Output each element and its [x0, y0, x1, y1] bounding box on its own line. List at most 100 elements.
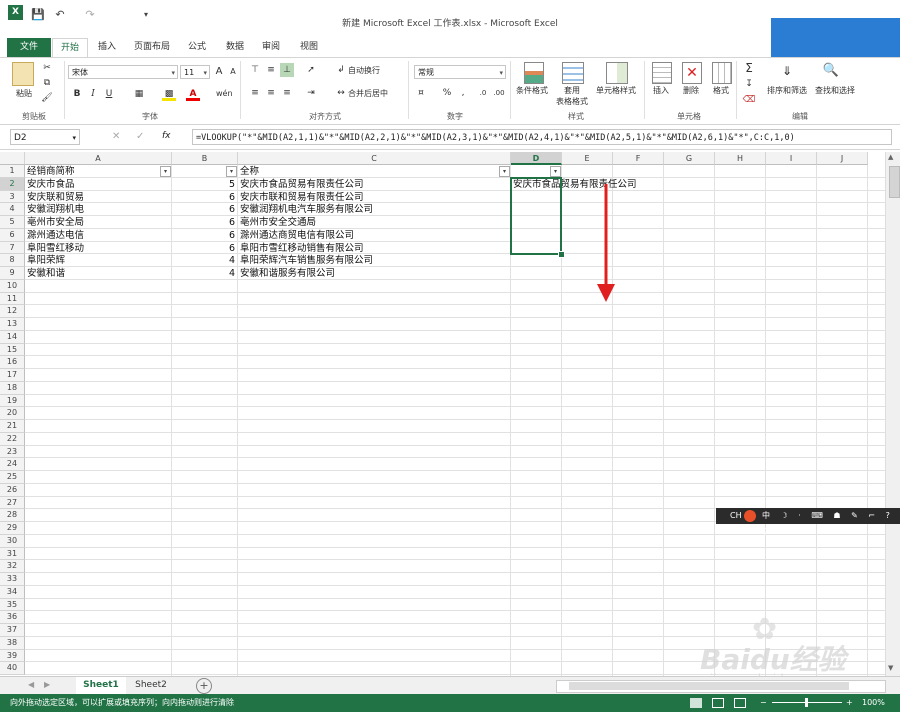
row-header[interactable]: 15 [0, 343, 25, 357]
row-header[interactable]: 40 [0, 662, 25, 675]
sheet-tab-sheet2[interactable]: Sheet2 [128, 677, 174, 694]
align-top-icon[interactable]: ⊤ [248, 63, 262, 77]
align-right-icon[interactable]: ≡ [280, 86, 294, 100]
filter-dropdown-icon[interactable]: ▾ [550, 166, 561, 177]
cell-full-name[interactable]: 阜阳市雪红移动销售有限公司 [240, 242, 364, 255]
row-header[interactable]: 12 [0, 305, 25, 318]
currency-icon[interactable]: ¤ [414, 86, 428, 100]
row-header[interactable]: 20 [0, 407, 25, 420]
filter-dropdown-icon[interactable]: ▾ [226, 166, 237, 177]
insert-cells-button[interactable]: 插入 [646, 85, 676, 96]
number-format-select[interactable]: 常规 ▾ [414, 65, 506, 79]
phonetic-icon[interactable]: wén [216, 87, 233, 101]
cell-length[interactable]: 5 [174, 178, 235, 191]
borders-icon[interactable]: ▦ [132, 87, 146, 101]
conditional-format-button[interactable]: 条件格式 [510, 85, 554, 96]
insert-function-icon[interactable]: fx [162, 131, 171, 141]
page-break-view-icon[interactable] [734, 698, 746, 708]
sort-filter-button[interactable]: 排序和筛选 [762, 85, 812, 96]
row-header[interactable]: 26 [0, 483, 25, 497]
paste-button[interactable]: 粘贴 [10, 88, 38, 99]
row-header[interactable]: 3 [0, 190, 25, 204]
row-header[interactable]: 8 [0, 254, 25, 267]
fill-icon[interactable]: ↧ [742, 77, 756, 91]
cell-length[interactable]: 4 [174, 267, 235, 280]
format-as-table-icon[interactable] [562, 62, 584, 84]
merge-center-button[interactable]: 合并后居中 [348, 88, 398, 99]
cell-full-name[interactable]: 安徽和谐服务有限公司 [240, 267, 335, 280]
grow-font-icon[interactable]: A [212, 65, 226, 79]
orientation-icon[interactable]: ➚ [304, 63, 318, 77]
column-header-g[interactable]: G [664, 152, 715, 165]
header-cell-c[interactable]: 全称 [240, 165, 259, 178]
cell-short-name[interactable]: 安庆联和贸易 [27, 191, 84, 204]
merge-center-icon[interactable]: ↔ [334, 86, 348, 100]
ime-logo-icon[interactable] [744, 510, 756, 522]
cell-full-name[interactable]: 滁州通达商贸电信有限公司 [240, 229, 354, 242]
row-header[interactable]: 2 [0, 177, 25, 191]
bold-button[interactable]: B [70, 87, 84, 101]
cell-length[interactable]: 6 [174, 203, 235, 216]
filter-dropdown-icon[interactable]: ▾ [499, 166, 510, 177]
find-select-button[interactable]: 查找和选择 [810, 85, 860, 96]
cell-short-name[interactable]: 安徽和谐 [27, 267, 65, 280]
tab-home[interactable]: 开始 [52, 38, 88, 58]
align-left-icon[interactable]: ≡ [248, 86, 262, 100]
cell-full-name[interactable]: 安庆市食品贸易有限责任公司 [240, 178, 364, 191]
paste-icon[interactable] [12, 62, 34, 86]
underline-button[interactable]: U [102, 87, 116, 101]
font-name-select[interactable]: 宋体 ▾ [68, 65, 178, 79]
row-header[interactable]: 1 [0, 165, 25, 178]
row-header[interactable]: 38 [0, 636, 25, 650]
cancel-icon[interactable]: ✕ [112, 131, 120, 142]
column-header-f[interactable]: F [613, 152, 664, 165]
tab-view[interactable]: 视图 [294, 38, 324, 57]
conditional-format-icon[interactable] [524, 62, 544, 84]
cell-full-name[interactable]: 亳州市安全交通局 [240, 216, 316, 229]
row-header[interactable]: 16 [0, 356, 25, 369]
align-bottom-icon[interactable]: ⊥ [280, 63, 294, 77]
increase-decimal-icon[interactable]: .0 [476, 86, 490, 100]
ime-toolbar[interactable]: CH 中 ☽ · ⌨ ☗ ✎ ⌐ ? ♀ ▾ [716, 508, 900, 536]
row-header[interactable]: 11 [0, 292, 25, 306]
row-header[interactable]: 18 [0, 381, 25, 395]
row-header[interactable]: 23 [0, 445, 25, 459]
font-color-icon[interactable]: A [186, 87, 200, 101]
row-header[interactable]: 14 [0, 330, 25, 344]
row-header[interactable]: 21 [0, 420, 25, 433]
cell-short-name[interactable]: 滁州通达电信 [27, 229, 84, 242]
tab-data[interactable]: 数据 [220, 38, 250, 57]
horizontal-scrollbar[interactable] [556, 680, 886, 693]
enter-icon[interactable]: ✓ [136, 131, 144, 142]
quick-access-menu-icon[interactable]: ▾ [140, 8, 152, 22]
cell-short-name[interactable]: 阜阳雪红移动 [27, 242, 84, 255]
row-header[interactable]: 36 [0, 611, 25, 624]
cell-full-name[interactable]: 安徽润翔机电汽车服务有限公司 [240, 203, 373, 216]
cell-length[interactable]: 6 [174, 216, 235, 229]
row-header[interactable]: 7 [0, 241, 25, 255]
cell-length[interactable]: 6 [174, 229, 235, 242]
format-painter-icon[interactable]: 🖌 [40, 91, 54, 105]
column-header-d[interactable]: D [511, 152, 562, 165]
cell-short-name[interactable]: 阜阳荣辉 [27, 254, 65, 267]
autosum-icon[interactable]: Σ [742, 61, 756, 75]
cell-length[interactable]: 6 [174, 242, 235, 255]
tab-page-layout[interactable]: 页面布局 [130, 38, 174, 57]
redo-icon[interactable]: ↷ [82, 8, 98, 22]
cell-short-name[interactable]: 安徽润翔机电 [27, 203, 84, 216]
cell-full-name[interactable]: 阜阳荣辉汽车销售服务有限公司 [240, 254, 373, 267]
zoom-level[interactable]: 100% [862, 694, 885, 712]
sort-filter-icon[interactable]: ⇓ [778, 62, 796, 80]
clear-icon[interactable]: ⌫ [742, 93, 756, 107]
filter-dropdown-icon[interactable]: ▾ [160, 166, 171, 177]
tab-file[interactable]: 文件 [7, 38, 51, 57]
italic-button[interactable]: I [86, 87, 100, 101]
insert-cells-icon[interactable] [652, 62, 672, 84]
row-header[interactable]: 34 [0, 585, 25, 599]
spreadsheet-grid[interactable]: A B C D E F G H I J 1 2 3 4 5 6 7 8 9 10 11 12 13 14 15 16 17 18 19 2… [0, 152, 885, 676]
column-header-h[interactable]: H [715, 152, 766, 165]
cell-short-name[interactable]: 安庆市食品 [27, 178, 75, 191]
scroll-thumb[interactable] [889, 166, 900, 198]
normal-view-icon[interactable] [690, 698, 702, 708]
select-all-corner[interactable] [0, 152, 25, 165]
